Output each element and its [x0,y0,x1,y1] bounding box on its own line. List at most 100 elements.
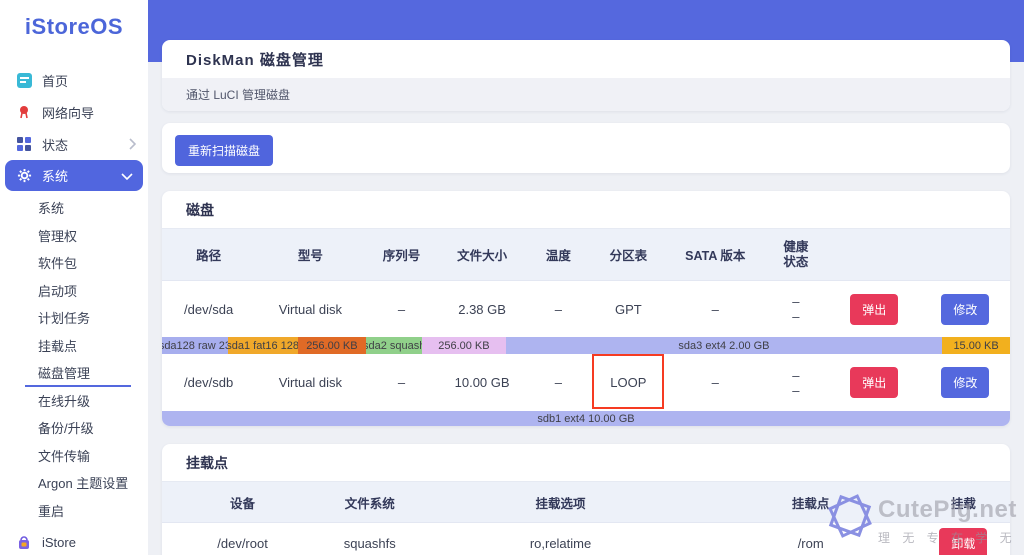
col-mount-options: 挂载选项 [535,496,586,511]
submenu-item-backup-upgrade[interactable]: 备份/升级 [0,414,148,442]
sidebar-item-label: 状态 [42,137,69,153]
status-grid-icon [16,136,32,152]
submenu-item-mount-points[interactable]: 挂载点 [0,332,148,360]
disk-path: /dev/sdb [184,375,234,390]
sidebar-item-system[interactable]: 系统 [5,160,143,191]
partition-segment: sda1 fat16 128 [227,337,298,354]
system-submenu: 系统 管理权 软件包 启动项 计划任务 挂载点 磁盘管理 在线升级 备份/升级 … [0,194,148,524]
col-mount-action: 挂载 [950,496,976,511]
submenu-item-online-upgrade[interactable]: 在线升级 [0,387,148,415]
col-size: 文件大小 [457,249,508,263]
col-health: 健康 状态 [783,239,809,269]
mount-row-root: /dev/root squashfs ro,relatime /rom 卸载 [162,523,1010,555]
col-sata-version: SATA 版本 [685,249,746,263]
disk-size: 2.38 GB [458,301,506,317]
disk-size: 10.00 GB [454,375,510,390]
submenu-item-admin[interactable]: 管理权 [0,222,148,250]
disk-sata: – [711,301,719,317]
partition-segment: sda128 raw 23 [162,337,228,354]
rescan-card: 重新扫描磁盘 [162,123,1010,173]
col-model: 型号 [297,249,323,263]
eject-button[interactable]: 弹出 [850,367,899,398]
submenu-item-software[interactable]: 软件包 [0,249,148,277]
sidebar-item-istore[interactable]: iStore [0,526,148,555]
col-mount-point: 挂载点 [791,496,830,511]
disks-section-title: 磁盘 [186,201,214,218]
unmount-button[interactable]: 卸载 [939,527,988,555]
disk-partition-table: LOOP [610,375,647,390]
wizard-icon [16,104,32,120]
disk-modify-cell: 修改 [921,367,1010,398]
disk-model: Virtual disk [278,301,343,317]
mount-device: /dev/root [217,535,268,551]
sidebar-nav: 首页 网络向导 状态 系统 系统 管理权 软件包 启动项 计划任务 挂载点 磁盘… [0,46,148,555]
disk-temp: – [554,301,563,317]
partition-segment: 256.00 KB [297,337,367,354]
submenu-item-startup[interactable]: 启动项 [0,277,148,305]
page-header-card: DiskMan 磁盘管理 通过 LuCI 管理磁盘 [162,40,1010,111]
sda-partition-bar: sda128 raw 23 sda1 fat16 128 256.00 KB s… [162,337,1010,354]
col-filesystem: 文件系统 [344,496,395,511]
disk-modify-cell: 修改 [921,293,1010,325]
mounts-section-title: 挂载点 [186,454,228,471]
partition-segment: 15.00 KB [942,337,1010,354]
col-temp: 温度 [545,249,571,263]
disk-serial: – [397,375,406,390]
sdb-partition-bar: sdb1 ext4 10.00 GB [162,411,1010,426]
mount-points-card: 挂载点 设备 文件系统 挂载选项 挂载点 挂载 /dev/root squash… [162,444,1010,555]
disks-table-header: 路径 型号 序列号 文件大小 温度 分区表 SATA 版本 健康 状态 [162,228,1010,281]
disk-sata: – [711,375,719,390]
col-partition-table: 分区表 [609,249,648,263]
chevron-down-icon [121,170,133,182]
submenu-item-reboot[interactable]: 重启 [0,497,148,525]
brand-logo: iStoreOS [24,14,124,39]
sidebar-item-label: 首页 [42,73,69,89]
disk-model: Virtual disk [278,375,343,390]
sidebar-item-label: 网络向导 [42,105,95,121]
col-path: 路径 [196,249,222,263]
chevron-right-icon [128,138,136,150]
disk-partition-table: GPT [614,301,642,317]
partition-segment: sda2 squash [366,337,423,354]
submenu-item-file-transfer[interactable]: 文件传输 [0,442,148,470]
content: DiskMan 磁盘管理 通过 LuCI 管理磁盘 重新扫描磁盘 磁盘 路径 型… [148,40,1024,555]
disk-serial: – [397,301,406,317]
app-window: iStoreOS 首页 网络向导 状态 系统 系统 管理权 软件包 启动项 计划… [0,0,1024,555]
disk-path: /dev/sda [184,301,234,317]
disk-health: – – [792,367,800,398]
mount-fs: squashfs [343,535,396,551]
submenu-item-argon-theme[interactable]: Argon 主题设置 [0,469,148,497]
mount-options: ro,relatime [529,535,592,551]
home-icon [16,72,32,88]
sidebar-item-label: iStore [42,534,76,550]
submenu-item-disk-management[interactable]: 磁盘管理 [0,359,148,387]
disk-health: – – [792,294,800,324]
sidebar-item-status[interactable]: 状态 [0,128,148,160]
modify-button[interactable]: 修改 [941,293,990,325]
disk-row-sda: /dev/sda Virtual disk – 2.38 GB – GPT – … [162,281,1010,337]
partition-segment: 256.00 KB [422,337,506,354]
mount-point: /rom [797,535,824,551]
eject-button[interactable]: 弹出 [850,293,899,325]
mounts-table-header: 设备 文件系统 挂载选项 挂载点 挂载 [162,481,1010,523]
partition-segment: sda3 ext4 2.00 GB [505,337,943,354]
istore-bag-icon [16,534,32,550]
col-device: 设备 [230,496,256,511]
submenu-item-system[interactable]: 系统 [0,194,148,222]
gear-icon [16,168,32,184]
modify-button[interactable]: 修改 [941,367,990,398]
disks-card: 磁盘 路径 型号 序列号 文件大小 温度 分区表 SATA 版本 健康 状态 /… [162,191,1010,426]
sidebar-item-home[interactable]: 首页 [0,64,148,96]
main-area: DiskMan 磁盘管理 通过 LuCI 管理磁盘 重新扫描磁盘 磁盘 路径 型… [148,0,1024,555]
submenu-item-scheduled-tasks[interactable]: 计划任务 [0,304,148,332]
disk-temp: – [554,375,563,390]
rescan-disks-button[interactable]: 重新扫描磁盘 [175,135,274,166]
partition-segment: sdb1 ext4 10.00 GB [162,411,1010,426]
sidebar: iStoreOS 首页 网络向导 状态 系统 系统 管理权 软件包 启动项 计划… [0,0,148,555]
sidebar-item-network-wizard[interactable]: 网络向导 [0,96,148,128]
disk-row-sdb: /dev/sdb Virtual disk – 10.00 GB – LOOP … [162,354,1010,411]
page-subtitle: 通过 LuCI 管理磁盘 [162,78,1010,111]
page-title: DiskMan 磁盘管理 [186,51,324,69]
sidebar-item-label: 系统 [42,169,69,184]
col-serial: 序列号 [382,249,421,263]
